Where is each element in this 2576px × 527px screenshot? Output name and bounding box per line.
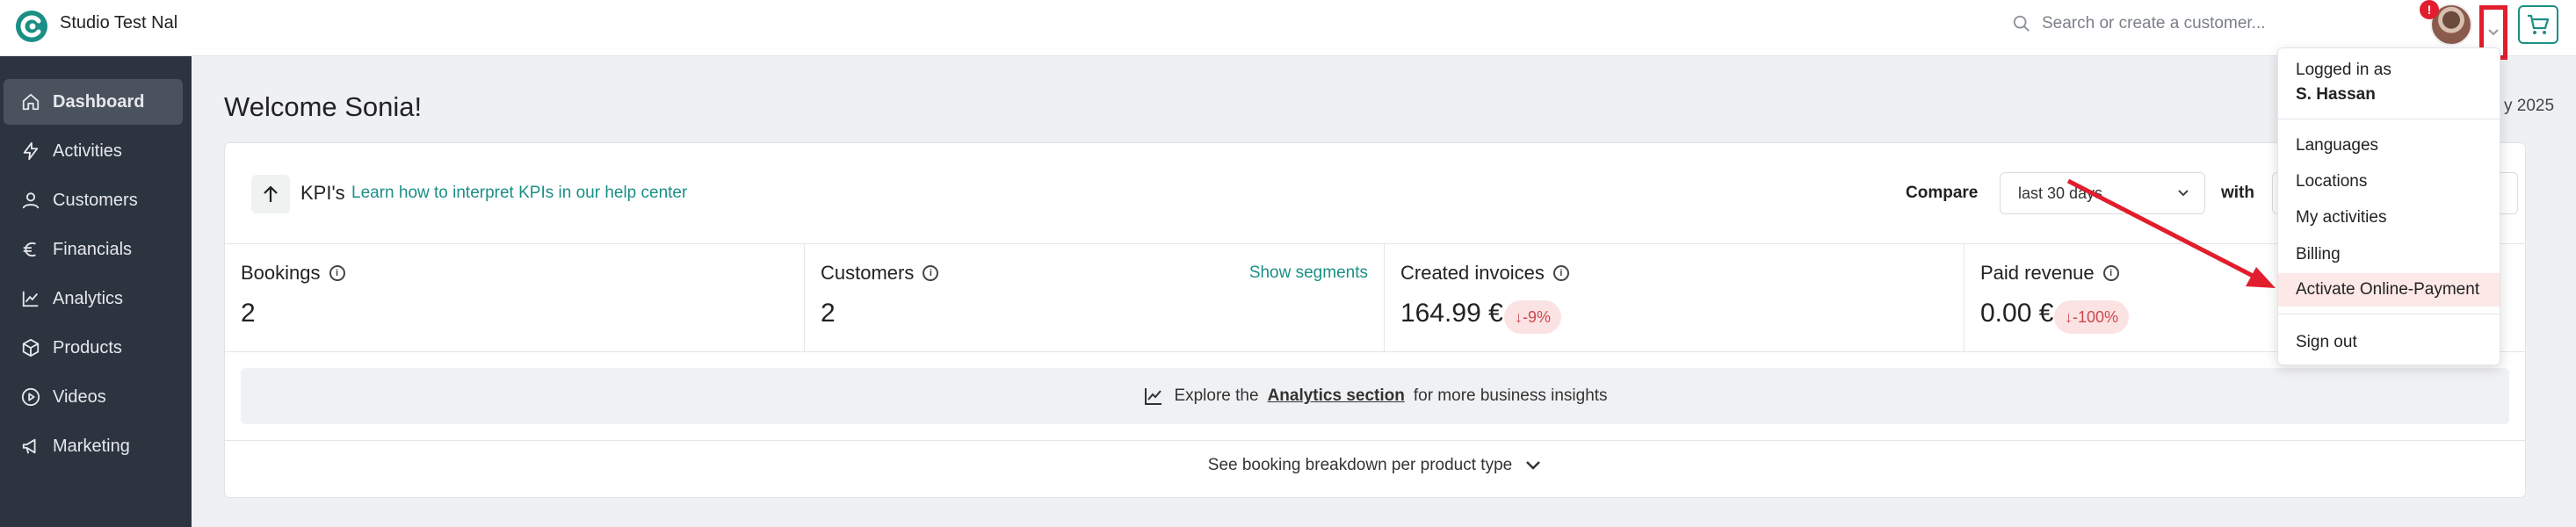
info-icon[interactable]: i xyxy=(2102,265,2119,281)
kpi-row: Bookings i 2 Customers i Show segments 2 C… xyxy=(225,243,2525,352)
menu-item-my-activities[interactable]: My activities xyxy=(2278,201,2500,235)
booking-breakdown-toggle[interactable]: See booking breakdown per product type xyxy=(225,456,2525,475)
cart-button[interactable] xyxy=(2518,5,2558,44)
date-label: y 2025 xyxy=(2504,97,2555,115)
analytics-banner: Explore the Analytics section for more b… xyxy=(241,368,2509,424)
megaphone-icon xyxy=(22,438,36,454)
chevron-down-icon xyxy=(2488,29,2499,36)
search-icon xyxy=(2013,15,2030,32)
menu-item-locations[interactable]: Locations xyxy=(2278,165,2500,199)
show-segments-link[interactable]: Show segments xyxy=(1249,264,1368,283)
kpi-name-bookings: Bookings i xyxy=(241,262,345,285)
info-icon[interactable]: i xyxy=(923,265,939,281)
with-label: with xyxy=(2221,184,2254,202)
kpi-delta-badge: ↓-9% xyxy=(1504,300,1562,334)
kpi-arrow-icon xyxy=(251,175,290,213)
divider xyxy=(225,440,2525,441)
euro-icon xyxy=(23,242,36,257)
sidebar-item-label: Activities xyxy=(53,141,122,161)
kpi-value: 164.99 € xyxy=(1400,299,1503,328)
kpi-name-revenue: Paid revenue i xyxy=(1980,262,2119,285)
notification-badge[interactable]: ! xyxy=(2420,0,2439,19)
info-icon[interactable]: i xyxy=(329,265,345,281)
sidebar-item-videos[interactable]: Videos xyxy=(4,374,183,420)
kpi-card: KPI's Learn how to interpret KPIs in our… xyxy=(224,142,2526,498)
menu-item-languages[interactable]: Languages xyxy=(2278,129,2500,162)
kpi-value: 2 xyxy=(241,299,256,328)
sidebar: Dashboard Activities Customers Financial… xyxy=(0,56,192,527)
sidebar-item-label: Marketing xyxy=(53,436,130,456)
home-icon xyxy=(22,93,40,111)
menu-item-billing[interactable]: Billing xyxy=(2278,238,2500,271)
sidebar-item-label: Customers xyxy=(53,190,138,210)
menu-item-activate-online-payment[interactable]: Activate Online-Payment xyxy=(2278,273,2500,307)
bolt-icon xyxy=(23,141,39,161)
sidebar-item-marketing[interactable]: Marketing xyxy=(4,423,183,469)
kpi-help-link[interactable]: Learn how to interpret KPIs in our help … xyxy=(351,184,687,203)
studio-logo-icon[interactable] xyxy=(14,9,49,44)
sidebar-item-customers[interactable]: Customers xyxy=(4,177,183,223)
explore-prefix: Explore the xyxy=(1174,386,1259,405)
logged-in-label: Logged in as xyxy=(2296,61,2391,79)
info-icon[interactable]: i xyxy=(1552,265,1569,281)
kpi-label: Paid revenue xyxy=(1980,262,2095,284)
kpi-title: KPI's xyxy=(300,182,345,204)
kpi-value: 2 xyxy=(821,299,836,328)
cart-icon xyxy=(2528,14,2550,34)
chevron-down-icon xyxy=(1526,461,1541,470)
customer-search[interactable]: Search or create a customer... xyxy=(2012,11,2363,37)
kpi-label: Created invoices xyxy=(1400,262,1545,284)
menu-item-sign-out[interactable]: Sign out xyxy=(2278,326,2500,359)
compare-period-select[interactable]: last 30 days xyxy=(2000,172,2205,214)
analytics-section-link[interactable]: Analytics section xyxy=(1268,386,1405,406)
user-menu-dropdown: Logged in as S. Hassan Languages Locatio… xyxy=(2277,47,2500,365)
user-icon xyxy=(22,192,40,209)
play-icon xyxy=(21,387,40,407)
top-bar: Studio Test Nal Search or create a custo… xyxy=(0,0,2576,60)
explore-suffix: for more business insights xyxy=(1413,386,1608,405)
sidebar-item-products[interactable]: Products xyxy=(4,325,183,371)
search-placeholder[interactable]: Search or create a customer... xyxy=(2042,14,2266,33)
welcome-heading: Welcome Sonia! xyxy=(224,91,423,122)
kpi-label: Bookings xyxy=(241,262,321,284)
sidebar-item-analytics[interactable]: Analytics xyxy=(4,276,183,321)
kpi-name-invoices: Created invoices i xyxy=(1400,262,1569,285)
chart-line-icon xyxy=(1145,388,1162,405)
logged-in-user: S. Hassan xyxy=(2296,85,2376,104)
kpi-customers: Customers i Show segments 2 xyxy=(805,244,1385,351)
sidebar-item-label: Videos xyxy=(53,386,106,407)
kpi-bookings: Bookings i 2 xyxy=(225,244,805,351)
sidebar-item-activities[interactable]: Activities xyxy=(4,128,183,174)
compare-period-value: last 30 days xyxy=(2018,184,2103,202)
studio-name[interactable]: Studio Test Nal xyxy=(60,12,177,33)
box-icon xyxy=(22,338,40,357)
kpi-name-customers: Customers i xyxy=(821,262,939,285)
compare-label: Compare xyxy=(1906,184,1979,202)
sidebar-item-label: Financials xyxy=(53,239,133,259)
kpi-delta-badge: ↓-100% xyxy=(2054,300,2130,334)
chart-line-icon xyxy=(22,291,39,307)
chevron-down-icon xyxy=(2178,190,2189,197)
kpi-label: Customers xyxy=(821,262,915,284)
sidebar-item-label: Analytics xyxy=(53,288,124,308)
sidebar-item-dashboard[interactable]: Dashboard xyxy=(4,79,183,125)
sidebar-item-label: Dashboard xyxy=(53,91,145,112)
kpi-created-invoices: Created invoices i 164.99 € ↓-9% xyxy=(1385,244,1965,351)
kpi-value: 0.00 € xyxy=(1980,299,2054,328)
sidebar-item-financials[interactable]: Financials xyxy=(4,227,183,272)
breakdown-label: See booking breakdown per product type xyxy=(1207,456,1513,474)
sidebar-item-label: Products xyxy=(53,337,122,357)
